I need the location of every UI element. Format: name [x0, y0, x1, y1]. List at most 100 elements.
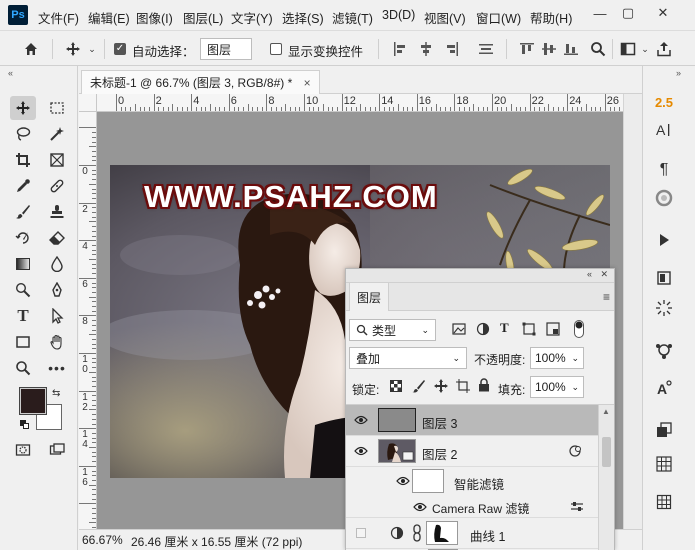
layer-row[interactable]: 曲线 1	[346, 518, 598, 549]
restore-button[interactable]: ▢	[616, 2, 640, 24]
layer-name[interactable]: 图层 2	[422, 444, 457, 463]
menu-view[interactable]: 视图(V)	[424, 8, 466, 27]
align-top-icon[interactable]	[518, 39, 536, 59]
blur-tool-icon[interactable]	[44, 252, 70, 276]
eraser-tool-icon[interactable]	[44, 226, 70, 250]
workspace-chevron-down-icon[interactable]: ⌄	[640, 41, 650, 57]
channels-icon[interactable]	[651, 338, 677, 362]
filter-blending-options-icon[interactable]	[570, 501, 584, 513]
menu-image[interactable]: 图像(I)	[136, 8, 173, 27]
styles-icon[interactable]: A	[651, 376, 677, 400]
zoom-tool-icon[interactable]	[10, 356, 36, 380]
filter-toggle-icon[interactable]	[574, 320, 584, 338]
lasso-tool-icon[interactable]	[10, 122, 36, 146]
close-window-button[interactable]: ✕	[651, 2, 675, 24]
filter-adjustment-icon[interactable]	[476, 322, 490, 336]
lock-pixels-icon[interactable]	[412, 379, 426, 393]
opacity-input[interactable]: 100% ⌄	[530, 347, 584, 369]
layers-panel-header[interactable]: « ✕	[346, 269, 614, 283]
lock-position-icon[interactable]	[434, 379, 448, 393]
filter-smart-object-icon[interactable]	[546, 322, 560, 336]
blend-mode-dropdown[interactable]: 叠加 ⌄	[349, 347, 467, 369]
libraries-icon[interactable]	[651, 186, 677, 210]
foreground-color-swatch[interactable]	[19, 387, 47, 415]
close-tab-icon[interactable]: ×	[304, 76, 311, 90]
vertical-ruler[interactable]: 0 2 4 6 8 1 0 1 2 1 4 1 6	[79, 112, 97, 529]
fill-input[interactable]: 100% ⌄	[530, 376, 584, 398]
camera-raw-filter-row[interactable]: Camera Raw 滤镜	[346, 496, 598, 518]
share-icon[interactable]	[654, 39, 674, 59]
lock-all-icon[interactable]	[478, 378, 490, 392]
distribute-vertical-icon[interactable]	[476, 39, 496, 59]
tab-layers[interactable]: 图层	[349, 283, 390, 311]
scroll-up-icon[interactable]: ▲	[602, 407, 610, 416]
clone-stamp-icon[interactable]	[44, 200, 70, 224]
frame-tool-icon[interactable]	[44, 148, 70, 172]
horizontal-ruler[interactable]: 0 2 4 6 8 10 12 14 16 18 20 22 24 26	[97, 94, 623, 112]
ruler-origin[interactable]	[79, 94, 97, 112]
type-tool-icon[interactable]: T	[10, 304, 36, 328]
path-selection-icon[interactable]	[44, 304, 70, 328]
smart-filters-row[interactable]: 智能滤镜	[346, 467, 598, 496]
grid-panel-icon[interactable]	[651, 490, 677, 514]
rectangle-tool-icon[interactable]	[10, 330, 36, 354]
eye-icon[interactable]	[412, 501, 428, 513]
more-tools-icon[interactable]: •••	[44, 356, 70, 380]
paragraph-panel-icon[interactable]: ¶	[651, 158, 677, 182]
eye-icon[interactable]	[353, 445, 369, 457]
adjustments-icon[interactable]	[651, 296, 677, 320]
layer-name[interactable]: 曲线 1	[470, 526, 505, 545]
align-left-icon[interactable]	[390, 39, 410, 59]
menu-layer[interactable]: 图层(L)	[183, 8, 223, 27]
actions-play-icon[interactable]	[651, 228, 677, 252]
layer-name[interactable]: 图层 3	[422, 413, 457, 432]
menu-3d[interactable]: 3D(D)	[382, 8, 415, 22]
collapse-left-icon[interactable]: «	[8, 68, 13, 78]
dodge-tool-icon[interactable]	[10, 278, 36, 302]
magic-wand-icon[interactable]	[44, 122, 70, 146]
brush-tool-icon[interactable]	[10, 200, 36, 224]
align-vertical-center-icon[interactable]	[540, 39, 558, 59]
workspace-icon[interactable]	[618, 39, 638, 59]
align-right-icon[interactable]	[442, 39, 462, 59]
auto-select-target-dropdown[interactable]: 图层	[200, 38, 252, 60]
filter-pixel-icon[interactable]	[452, 322, 466, 336]
align-bottom-icon[interactable]	[562, 39, 580, 59]
eye-icon[interactable]	[395, 475, 411, 487]
layers-list-scrollbar[interactable]: ▲	[598, 405, 614, 550]
eyedropper-icon[interactable]	[10, 174, 36, 198]
auto-select-checkbox[interactable]: ✓	[114, 43, 126, 55]
menu-file[interactable]: 文件(F)	[38, 8, 79, 27]
swatches-icon[interactable]	[651, 452, 677, 476]
canvas-vertical-scrollbar[interactable]	[623, 94, 642, 529]
scrollbar-thumb[interactable]	[602, 437, 611, 467]
search-icon[interactable]	[588, 39, 608, 59]
layer-comps-icon[interactable]	[651, 418, 677, 442]
marquee-tool-icon[interactable]	[44, 96, 70, 120]
move-tool-icon[interactable]	[62, 38, 84, 60]
menu-edit[interactable]: 编辑(E)	[88, 8, 130, 27]
menu-select[interactable]: 选择(S)	[282, 8, 324, 27]
smart-filter-badge-icon[interactable]	[568, 444, 582, 458]
chevron-down-icon[interactable]: ⌄	[86, 41, 98, 57]
lock-artboard-icon[interactable]	[456, 379, 470, 393]
hand-tool-icon[interactable]	[44, 330, 70, 354]
home-icon[interactable]	[20, 38, 42, 60]
layer-row[interactable]: 图层 3	[346, 405, 598, 436]
minimize-button[interactable]: —	[588, 2, 612, 24]
crop-tool-icon[interactable]	[10, 148, 36, 172]
lock-transparent-icon[interactable]	[390, 380, 402, 392]
move-tool-icon[interactable]	[10, 96, 36, 120]
align-horizontal-center-icon[interactable]	[416, 39, 436, 59]
filter-shape-icon[interactable]	[522, 322, 536, 336]
layer-filter-dropdown[interactable]: 类型 ⌄	[349, 319, 436, 341]
swap-colors-icon[interactable]: ⇆	[52, 388, 60, 399]
gradient-tool-icon[interactable]	[10, 252, 36, 276]
filter-type-icon[interactable]: T	[500, 320, 509, 336]
menu-window[interactable]: 窗口(W)	[476, 8, 521, 27]
menu-filter[interactable]: 滤镜(T)	[332, 8, 373, 27]
show-transform-checkbox[interactable]	[270, 43, 282, 55]
quick-mask-icon[interactable]	[10, 438, 36, 462]
visibility-toggle-off[interactable]	[356, 528, 366, 538]
close-panel-icon[interactable]: ✕	[600, 269, 608, 280]
